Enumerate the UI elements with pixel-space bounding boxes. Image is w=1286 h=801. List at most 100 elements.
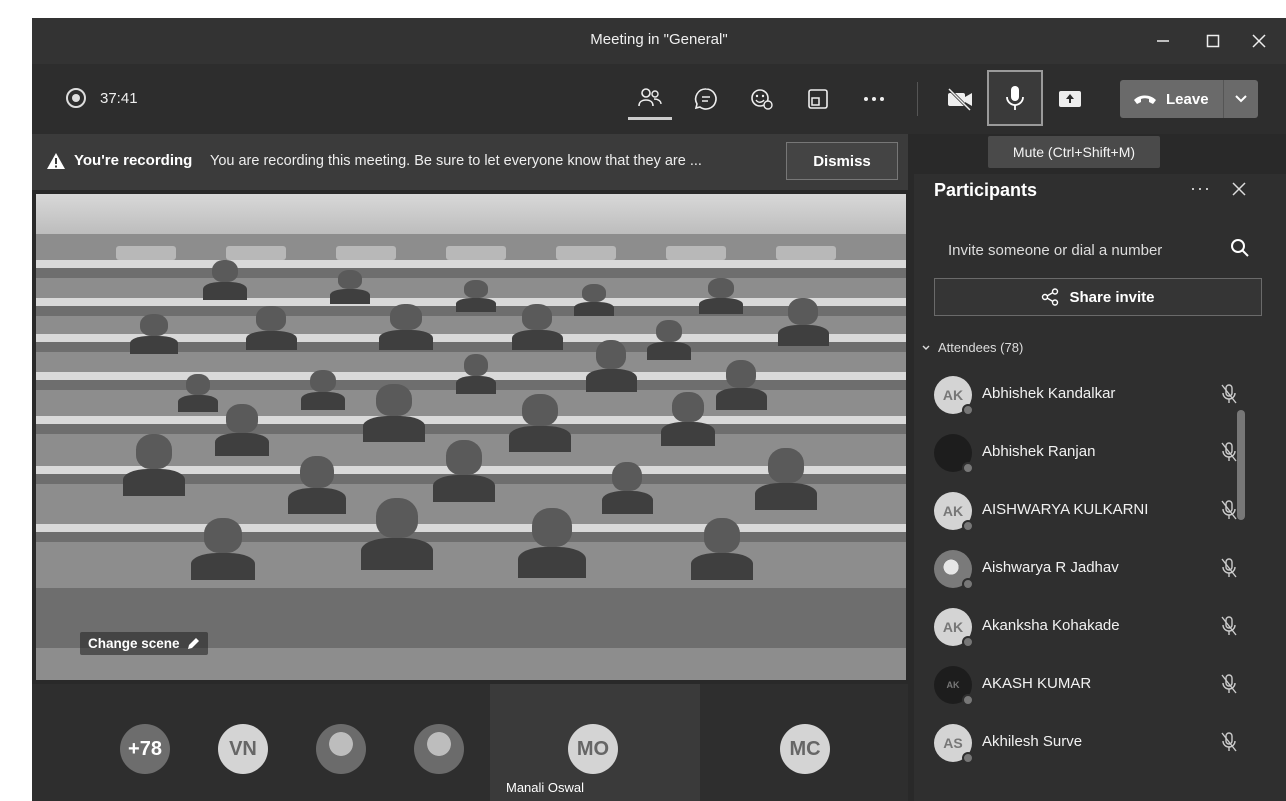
- minimize-icon[interactable]: [1148, 28, 1178, 54]
- search-icon[interactable]: [1230, 238, 1250, 258]
- together-mode-stage: Change scene: [36, 194, 906, 680]
- attendee-video: [660, 392, 716, 446]
- attendee-video: [433, 440, 495, 502]
- reactions-button[interactable]: [740, 78, 784, 120]
- attendee-video: [573, 284, 615, 316]
- participant-avatar[interactable]: MC: [780, 724, 830, 774]
- mic-off-icon: [1221, 732, 1237, 752]
- attendee-video: [202, 260, 248, 300]
- attendee-video: [509, 394, 571, 452]
- share-invite-button[interactable]: Share invite: [934, 278, 1262, 316]
- overflow-count-button[interactable]: +78: [120, 724, 170, 774]
- share-tray-icon: [1059, 91, 1081, 107]
- change-scene-button[interactable]: Change scene: [80, 632, 208, 655]
- participant-avatar: MO: [568, 724, 618, 774]
- presence-dot: [962, 462, 974, 474]
- title-bar: Meeting in "General": [32, 18, 1286, 64]
- attendee-name: Aishwarya R Jadhav: [982, 559, 1119, 576]
- meeting-window: Meeting in "General" 37:41 Leave Mute (C…: [32, 18, 1286, 801]
- seat: [116, 246, 176, 260]
- microphone-icon: [1006, 86, 1024, 110]
- participant-gallery: +78 VN MO Manali Oswal MC: [32, 684, 908, 801]
- desk-row: [36, 260, 906, 278]
- attendee-row[interactable]: AK AKASH KUMAR: [914, 656, 1270, 714]
- mic-off-icon: [1221, 442, 1237, 462]
- participants-panel: Participants ··· Share invite Attendees …: [914, 174, 1286, 801]
- attendee-row[interactable]: AK AISHWARYA KULKARNI: [914, 482, 1270, 540]
- leave-button[interactable]: Leave: [1120, 80, 1258, 118]
- participant-name: Manali Oswal: [506, 780, 585, 795]
- presence-dot: [962, 404, 974, 416]
- toolbar-divider: [917, 82, 918, 116]
- recording-banner: You're recording You are recording this …: [32, 134, 908, 190]
- presence-dot: [962, 752, 974, 764]
- mic-off-icon: [1221, 500, 1237, 520]
- phone-icon: [1134, 95, 1156, 104]
- chevron-down-icon[interactable]: [1234, 94, 1248, 104]
- desk-row: [36, 524, 906, 542]
- attendee-video: [300, 370, 346, 410]
- mute-button[interactable]: [987, 70, 1043, 126]
- presence-dot: [962, 694, 974, 706]
- attendee-name: Akanksha Kohakade: [982, 617, 1120, 634]
- attendee-video: [585, 340, 637, 392]
- attendees-header: Attendees (78): [938, 340, 1024, 355]
- window-title: Meeting in "General": [590, 31, 728, 48]
- panel-title: Participants: [934, 180, 1038, 200]
- more-icon: [864, 97, 884, 101]
- participant-avatar[interactable]: VN: [218, 724, 268, 774]
- chevron-down-icon: [922, 345, 930, 350]
- meeting-timer: 37:41: [66, 88, 138, 108]
- presence-dot: [962, 636, 974, 648]
- attendee-name: AKASH KUMAR: [982, 675, 1092, 692]
- camera-toggle-button[interactable]: [938, 78, 982, 120]
- timer-text: 37:41: [100, 89, 138, 107]
- participants-button[interactable]: [628, 78, 672, 120]
- participant-tile[interactable]: MO Manali Oswal: [490, 684, 700, 801]
- panel-scrollbar[interactable]: [1237, 410, 1245, 520]
- outer-strip: [0, 0, 1286, 18]
- attendee-video: [130, 314, 178, 354]
- panel-more-icon[interactable]: ···: [1190, 178, 1211, 199]
- change-scene-label: Change scene: [88, 636, 180, 651]
- attendee-video: [601, 462, 653, 514]
- attendee-video: [361, 498, 433, 570]
- share-tray-button[interactable]: [1048, 78, 1092, 120]
- chat-button[interactable]: [684, 78, 728, 120]
- leave-label: Leave: [1166, 90, 1209, 108]
- desk-row: [36, 416, 906, 434]
- panel-close-icon[interactable]: [1232, 180, 1246, 201]
- breakout-rooms-button[interactable]: [796, 78, 840, 120]
- close-icon[interactable]: [1244, 28, 1274, 54]
- attendees-section-toggle[interactable]: Attendees (78): [922, 340, 1023, 355]
- attendee-video: [288, 456, 346, 514]
- dismiss-button[interactable]: Dismiss: [786, 142, 898, 180]
- mic-off-icon: [1221, 558, 1237, 578]
- invite-search-input[interactable]: [934, 230, 1262, 270]
- left-margin: [0, 18, 32, 801]
- stage-ceiling: [36, 194, 906, 234]
- attendee-row[interactable]: AK Akanksha Kohakade: [914, 598, 1270, 656]
- attendee-row[interactable]: Abhishek Ranjan: [914, 424, 1270, 482]
- participant-avatar[interactable]: [316, 724, 366, 774]
- more-actions-button[interactable]: [852, 78, 896, 120]
- seat: [446, 246, 506, 260]
- presence-dot: [962, 578, 974, 590]
- attendee-row[interactable]: AS Akhilesh Surve: [914, 714, 1270, 772]
- maximize-icon[interactable]: [1198, 28, 1228, 54]
- breakout-rooms-icon: [808, 89, 828, 109]
- attendee-video: [777, 298, 829, 346]
- leave-divider: [1222, 80, 1224, 118]
- camera-off-icon: [947, 87, 972, 111]
- seat: [556, 246, 616, 260]
- attendee-row[interactable]: Aishwarya R Jadhav: [914, 540, 1270, 598]
- attendee-video: [518, 508, 586, 578]
- participant-avatar[interactable]: [414, 724, 464, 774]
- attendee-name: Abhishek Ranjan: [982, 443, 1096, 460]
- recording-title: You're recording: [74, 152, 193, 169]
- people-icon: [638, 87, 662, 106]
- attendee-row[interactable]: AK Abhishek Kandalkar: [914, 366, 1270, 424]
- attendee-video: [691, 518, 753, 580]
- attendee-video: [214, 404, 270, 456]
- share-invite-label: Share invite: [1069, 288, 1155, 306]
